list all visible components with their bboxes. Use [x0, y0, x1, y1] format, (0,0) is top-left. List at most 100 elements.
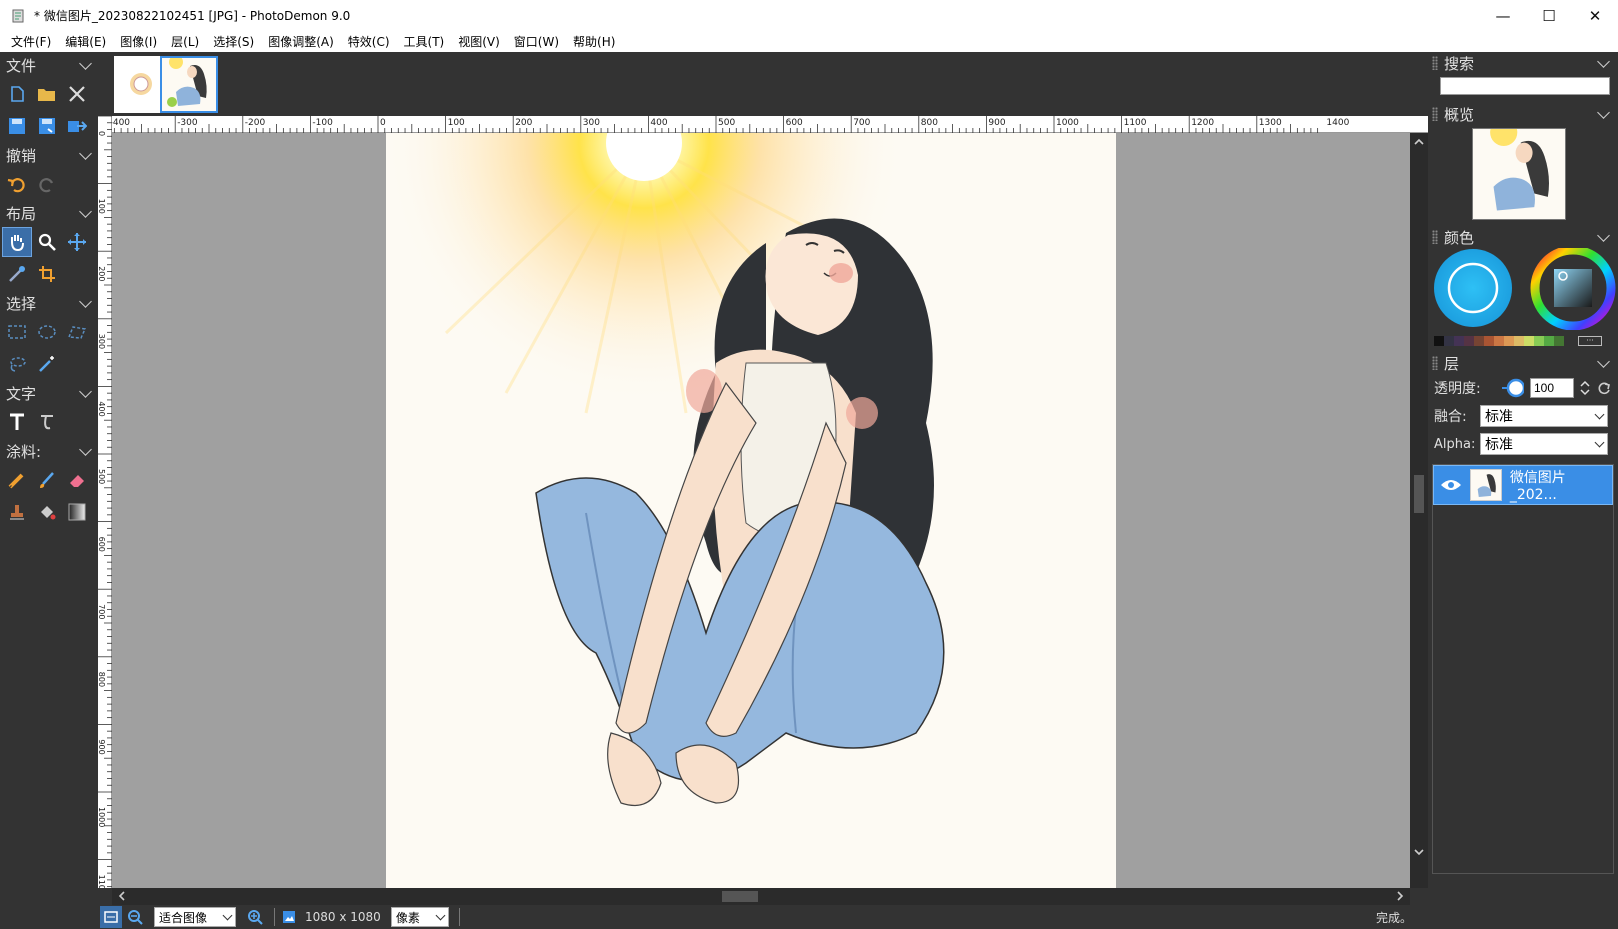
- text-section-header[interactable]: 文字: [0, 380, 98, 406]
- text-section-label: 文字: [6, 384, 37, 403]
- magic-wand-button[interactable]: [32, 349, 62, 379]
- stamp-icon: [10, 505, 24, 520]
- paint-section-header[interactable]: 涂料:: [0, 438, 98, 464]
- eye-icon[interactable]: [1440, 478, 1462, 492]
- menu-effects[interactable]: 特效(C): [341, 33, 397, 50]
- search-input[interactable]: [1440, 77, 1610, 95]
- move-tool-button[interactable]: [62, 227, 92, 257]
- canvas-area[interactable]: [112, 133, 1410, 888]
- color-section-header[interactable]: 颜色: [1428, 226, 1618, 248]
- export-button[interactable]: [62, 111, 92, 141]
- zoom-in-button[interactable]: [242, 906, 268, 928]
- palette-swatch[interactable]: [1474, 336, 1484, 346]
- palette-swatch[interactable]: [1444, 336, 1454, 346]
- palette-swatch[interactable]: [1454, 336, 1464, 346]
- crop-tool-button[interactable]: [32, 259, 62, 289]
- palette-swatch[interactable]: [1524, 336, 1534, 346]
- menu-layer[interactable]: 层(L): [164, 33, 206, 50]
- close-image-button[interactable]: [62, 79, 92, 109]
- palette-swatch[interactable]: [1494, 336, 1504, 346]
- palette-swatch[interactable]: [1534, 336, 1544, 346]
- hand-tool-button[interactable]: [2, 227, 32, 257]
- menu-image[interactable]: 图像(I): [113, 33, 164, 50]
- brush-tool-button[interactable]: [32, 465, 62, 495]
- eraser-tool-button[interactable]: [62, 465, 92, 495]
- maximize-button[interactable]: ☐: [1526, 0, 1572, 31]
- unit-select[interactable]: 像素: [390, 907, 449, 927]
- palette-swatch[interactable]: [1464, 336, 1474, 346]
- overview-preview[interactable]: [1472, 118, 1566, 220]
- primary-color-swatch[interactable]: [1434, 249, 1512, 327]
- palette-swatch[interactable]: [1554, 336, 1564, 346]
- undo-section-header[interactable]: 撤销: [0, 142, 98, 168]
- rect-select-button[interactable]: [2, 317, 32, 347]
- opacity-input[interactable]: [1530, 378, 1574, 398]
- fill-tool-button[interactable]: [32, 497, 62, 527]
- vertical-scroll-track: [1414, 138, 1424, 856]
- select-section-header[interactable]: 选择: [0, 290, 98, 316]
- reset-icon[interactable]: [1596, 380, 1612, 396]
- ruler-tick-label: -400: [112, 118, 130, 128]
- cartoon-thumbnail-icon: [130, 73, 152, 95]
- menu-help[interactable]: 帮助(H): [566, 33, 622, 50]
- color-picker: [1428, 245, 1618, 331]
- palette-swatch[interactable]: [1514, 336, 1524, 346]
- palette-swatch[interactable]: [1544, 336, 1554, 346]
- image-canvas[interactable]: [386, 133, 1116, 888]
- minimize-button[interactable]: —: [1480, 0, 1526, 31]
- palette-swatch[interactable]: [1504, 336, 1514, 346]
- zoom-select-value: 适合图像: [159, 910, 208, 925]
- redo-button[interactable]: [32, 169, 62, 199]
- save-button[interactable]: [2, 111, 32, 141]
- open-file-button[interactable]: [32, 79, 62, 109]
- undo-button[interactable]: [2, 169, 32, 199]
- clone-stamp-button[interactable]: [2, 497, 32, 527]
- eraser-icon: [70, 475, 84, 487]
- layout-section-header[interactable]: 布局: [0, 200, 98, 226]
- ellipse-select-button[interactable]: [32, 317, 62, 347]
- menu-file[interactable]: 文件(F): [4, 33, 58, 50]
- image-tab-thumbnail-active[interactable]: [160, 55, 218, 113]
- palette-swatch[interactable]: [1434, 336, 1444, 346]
- gradient-tool-button[interactable]: [62, 497, 92, 527]
- color-section-label: 颜色: [1444, 228, 1475, 247]
- file-section-header[interactable]: 文件: [0, 52, 98, 78]
- chevron-down-icon: [1597, 354, 1610, 368]
- blend-mode-value: 标准: [1485, 409, 1513, 425]
- new-file-button[interactable]: [2, 79, 32, 109]
- alpha-label: Alpha:: [1434, 436, 1476, 452]
- menu-window[interactable]: 窗口(W): [507, 33, 566, 50]
- zoom-tool-button[interactable]: [32, 227, 62, 257]
- layer-item[interactable]: 微信图片_202...: [1433, 465, 1613, 505]
- typography-tool-button[interactable]: [32, 407, 62, 437]
- menu-tools[interactable]: 工具(T): [397, 33, 452, 50]
- horizontal-scrollbar[interactable]: [112, 888, 1410, 905]
- color-picker-button[interactable]: [2, 259, 32, 289]
- polygon-select-button[interactable]: [62, 317, 92, 347]
- ruler-tick-label: 1400: [1326, 118, 1349, 128]
- palette-swatch[interactable]: [1484, 336, 1494, 346]
- alpha-mode-select[interactable]: 标准: [1480, 433, 1608, 455]
- layer-section-header[interactable]: 层: [1428, 352, 1618, 374]
- menu-view[interactable]: 视图(V): [451, 33, 507, 50]
- overview-section-header[interactable]: 概览: [1428, 103, 1618, 125]
- vertical-scrollbar[interactable]: [1410, 133, 1428, 888]
- text-tool-button[interactable]: [2, 407, 32, 437]
- zoom-select[interactable]: 适合图像: [154, 907, 236, 927]
- lasso-icon: [10, 357, 26, 372]
- lasso-select-button[interactable]: [2, 349, 32, 379]
- pencil-tool-button[interactable]: [2, 465, 32, 495]
- blend-mode-select[interactable]: 标准: [1480, 405, 1608, 427]
- close-window-button[interactable]: ✕: [1572, 0, 1618, 31]
- opacity-spinner-icon[interactable]: [1578, 378, 1592, 398]
- search-section-header[interactable]: 搜索: [1428, 52, 1618, 74]
- ruler-tick-label: -200: [245, 118, 266, 128]
- save-as-button[interactable]: [32, 111, 62, 141]
- menu-edit[interactable]: 编辑(E): [58, 33, 113, 50]
- menu-select[interactable]: 选择(S): [206, 33, 261, 50]
- fit-view-button[interactable]: [100, 906, 122, 928]
- more-colors-button[interactable]: ···: [1578, 336, 1602, 346]
- menu-adjustments[interactable]: 图像调整(A): [261, 33, 341, 50]
- zoom-out-button[interactable]: [122, 906, 148, 928]
- opacity-slider[interactable]: [1500, 378, 1524, 398]
